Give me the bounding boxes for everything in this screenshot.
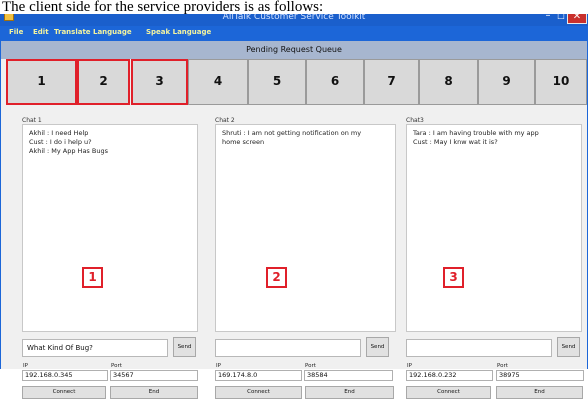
queue-button-6[interactable]: 6 [306,59,364,105]
chat-2-send-button[interactable]: Send [366,337,389,357]
chat-2-connect-button[interactable]: Connect [215,386,302,399]
chat-2-message: Shruti : I am not getting notification o… [222,129,362,137]
chat-3-label: Chat3 [406,117,424,124]
chat-2-ip-label: IP [216,363,221,369]
chat-3-messages: Tara : I am having trouble with my app C… [409,129,584,147]
chat-1-port-field[interactable]: 34567 [110,370,198,381]
main-content: Pending Request Queue 1 2 3 4 5 6 7 8 9 … [1,41,587,399]
chat-2-messages: Shruti : I am not getting notification o… [218,129,393,147]
chat-2-ip-field[interactable]: 169.174.8.0 [215,370,302,381]
chat-3-message: Cust : May I knw wat it is? [413,138,498,146]
chat-1-end-button[interactable]: End [110,386,198,399]
chat-2-message-input[interactable] [215,339,361,357]
queue-header: Pending Request Queue [1,41,587,59]
menu-file[interactable]: File [9,28,23,36]
page-caption: The client side for the service provider… [0,0,588,14]
chat-1-marker: 1 [82,267,103,288]
chat-3-send-button[interactable]: Send [557,337,580,357]
chat-1-send-button[interactable]: Send [173,337,196,357]
chat-3-ip-field[interactable]: 192.168.0.232 [406,370,493,381]
chat-3-connect-button[interactable]: Connect [406,386,491,399]
chat-3-message-input[interactable] [406,339,552,357]
queue-button-8[interactable]: 8 [419,59,478,105]
menu-translate-language[interactable]: Translate Language [54,28,132,36]
chat-3-ip-label: IP [407,363,412,369]
queue-button-1[interactable]: 1 [6,59,77,105]
queue-button-4[interactable]: 4 [188,59,248,105]
chat-2-transcript[interactable]: Shruti : I am not getting notification o… [215,124,396,332]
chat-3-transcript[interactable]: Tara : I am having trouble with my app C… [406,124,582,332]
chat-1-port-label: Port [111,363,122,369]
queue-button-10[interactable]: 10 [535,59,587,105]
menu-speak-language[interactable]: Speak Language [146,28,211,36]
chat-3-message: Tara : I am having trouble with my app [413,129,539,137]
chat-1-ip-field[interactable]: 192.168.0.345 [22,370,108,381]
queue-button-5[interactable]: 5 [248,59,306,105]
chat-3-end-button[interactable]: End [496,386,583,399]
chat-2-marker: 2 [266,267,287,288]
chat-1-label: Chat 1 [22,117,42,124]
chat-1-message: Akhil : My App Has Bugs [29,147,108,155]
chat-3-marker: 3 [443,267,464,288]
menu-edit[interactable]: Edit [33,28,49,36]
chat-1-transcript[interactable]: Akhil : I need Help Cust : I do i help u… [22,124,198,332]
queue-button-9[interactable]: 9 [478,59,535,105]
queue-button-2[interactable]: 2 [77,59,130,105]
chat-2-end-button[interactable]: End [305,386,394,399]
chat-2-port-field[interactable]: 38584 [304,370,393,381]
chat-1-ip-label: IP [23,363,28,369]
app-window: AllTalk Customer Service Toolkit – □ ✕ F… [0,8,588,399]
chat-2-port-label: Port [305,363,316,369]
chat-1-connect-button[interactable]: Connect [22,386,106,399]
chat-2-label: Chat 2 [215,117,235,124]
chat-1-message-input[interactable]: What Kind Of Bug? [22,339,168,357]
chat-3-port-label: Port [497,363,508,369]
chat-3-port-field[interactable]: 38975 [496,370,584,381]
chat-1-message: Cust : I do i help u? [29,138,92,146]
queue-button-3[interactable]: 3 [131,59,188,105]
queue-button-7[interactable]: 7 [364,59,419,105]
menu-bar: File Edit Translate Language Speak Langu… [0,26,588,40]
chat-1-message: Akhil : I need Help [29,129,89,137]
chat-2-message: home screen [222,138,265,146]
chat-1-messages: Akhil : I need Help Cust : I do i help u… [25,129,200,156]
